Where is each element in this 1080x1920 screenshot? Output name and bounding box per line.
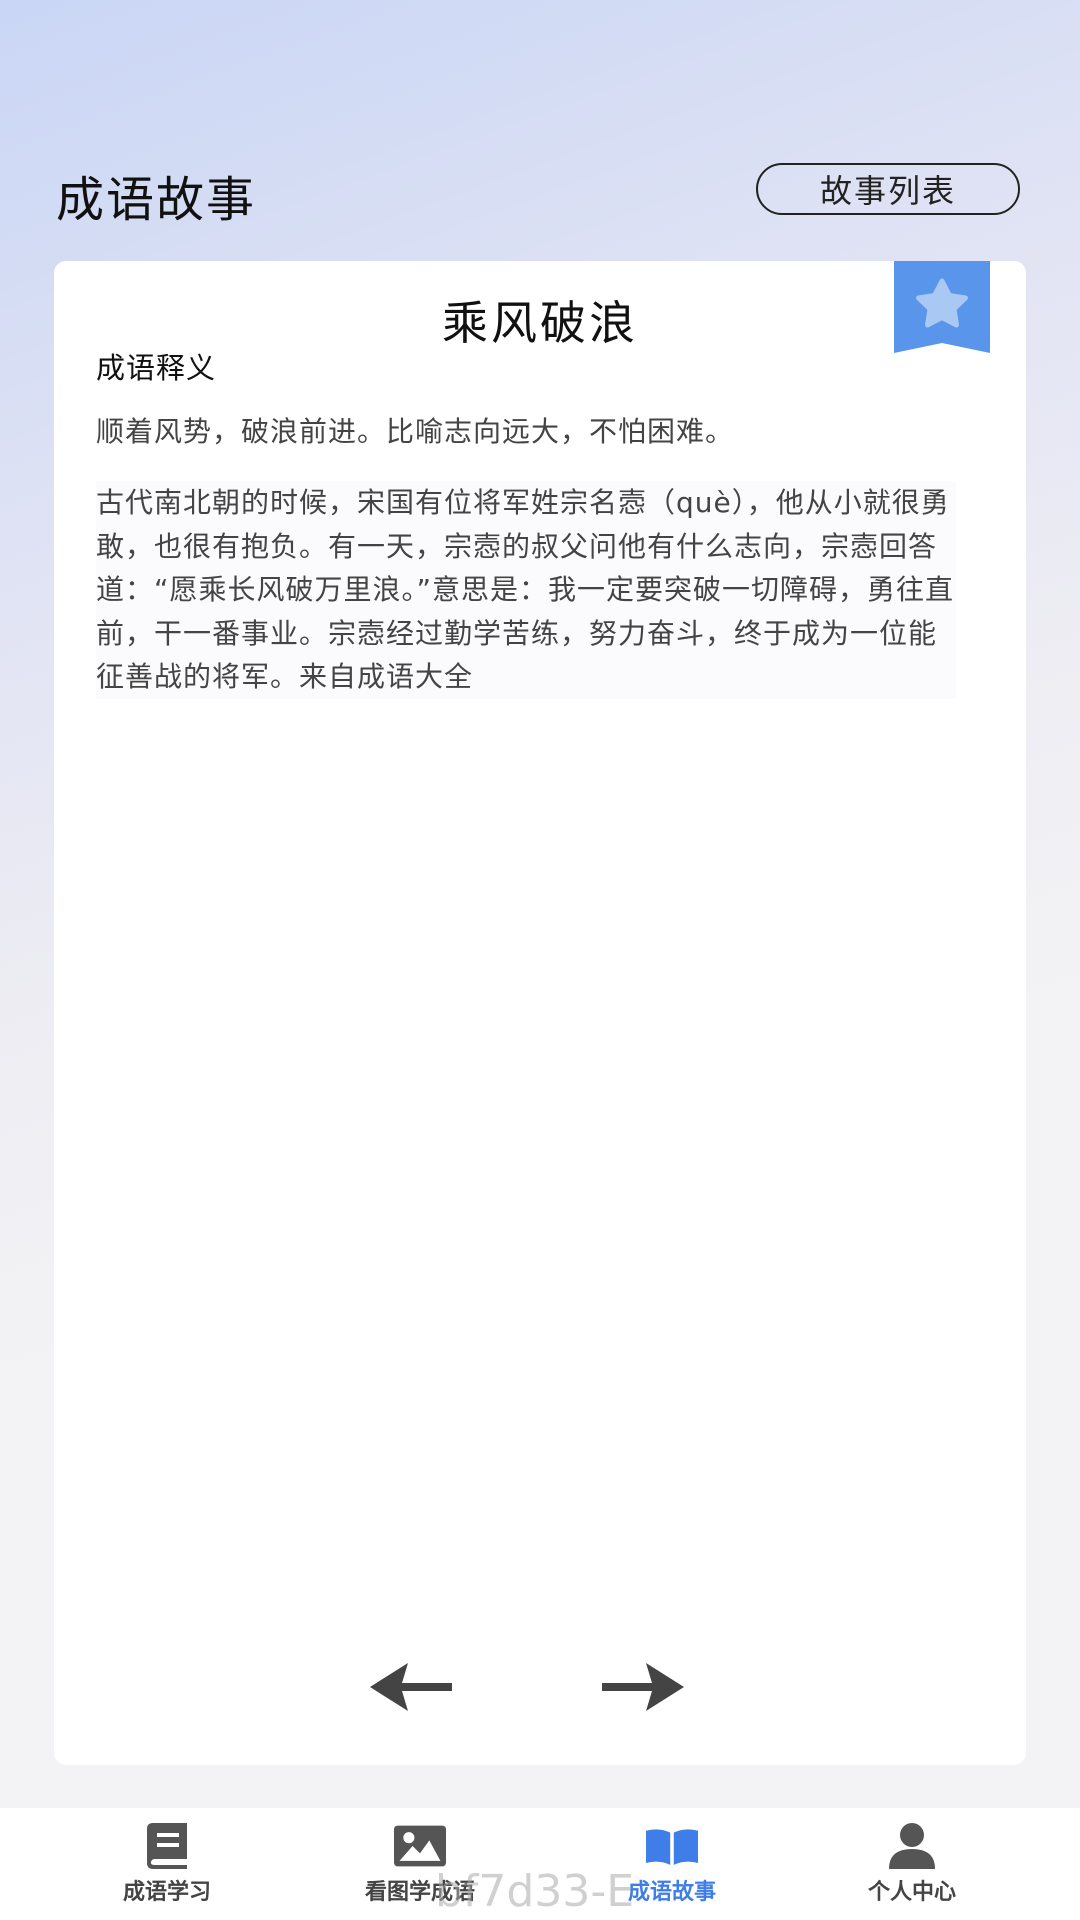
nav-item-idiom-study[interactable]: 成语学习 bbox=[67, 1822, 267, 1918]
user-icon bbox=[886, 1822, 938, 1870]
next-story-button[interactable] bbox=[592, 1661, 688, 1713]
bottom-nav: 成语学习 看图学成语 成语故事 个人中心 bbox=[0, 1808, 1080, 1920]
book-icon bbox=[141, 1822, 193, 1870]
nav-label: 个人中心 bbox=[867, 1880, 956, 1905]
nav-label: 成语学习 bbox=[122, 1880, 211, 1905]
idiom-title: 乘风破浪 bbox=[442, 296, 638, 350]
story-list-button[interactable]: 故事列表 bbox=[756, 163, 1020, 215]
arrow-left-icon bbox=[370, 1663, 452, 1711]
nav-item-profile[interactable]: 个人中心 bbox=[812, 1822, 1012, 1918]
meaning-text: 顺着风势，破浪前进。比喻志向远大，不怕困难。 bbox=[96, 415, 735, 448]
image-icon bbox=[394, 1822, 446, 1870]
previous-story-button[interactable] bbox=[366, 1661, 462, 1713]
open-book-icon bbox=[646, 1822, 698, 1870]
story-text: 古代南北朝的时候，宋国有位将军姓宗名悫（què），他从小就很勇敢，也很有抱负。有… bbox=[96, 481, 956, 699]
nav-item-picture-idioms[interactable]: 看图学成语 bbox=[320, 1822, 520, 1918]
nav-label: 成语故事 bbox=[627, 1880, 716, 1905]
header: 成语故事 故事列表 bbox=[0, 150, 1080, 234]
arrow-right-icon bbox=[602, 1663, 684, 1711]
page-title: 成语故事 bbox=[56, 172, 257, 228]
nav-label: 看图学成语 bbox=[364, 1880, 475, 1905]
meaning-heading: 成语释义 bbox=[96, 351, 217, 385]
nav-item-idiom-stories[interactable]: 成语故事 bbox=[572, 1822, 772, 1918]
story-card: 乘风破浪 成语释义 顺着风势，破浪前进。比喻志向远大，不怕困难。 古代南北朝的时… bbox=[54, 261, 1026, 1765]
